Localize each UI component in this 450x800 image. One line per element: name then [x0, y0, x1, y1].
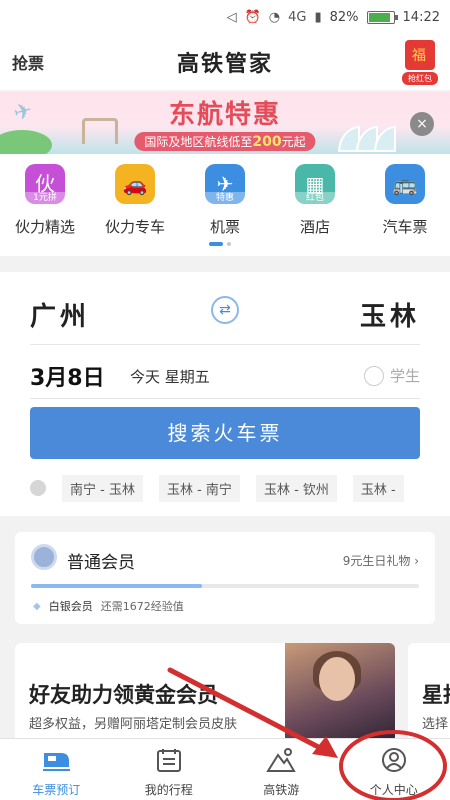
- tab-label: 高铁游: [263, 783, 300, 797]
- divider: [30, 398, 420, 399]
- shopping-bag-icon: 伙 1元拼: [25, 164, 65, 204]
- member-progress-bar: [31, 584, 419, 588]
- battery-percent: 82%: [329, 9, 359, 25]
- birthday-gift-label: 9元生日礼物: [342, 554, 411, 568]
- diamond-icon: ◆: [33, 600, 41, 612]
- member-level: 白银会员: [48, 600, 93, 613]
- promo-card[interactable]: 好友助力领黄金会员 超多权益，另赠阿丽塔定制会员皮肤: [15, 643, 395, 743]
- banner-leaf-decoration: [0, 130, 52, 154]
- redpacket-button[interactable]: 抢红包: [402, 40, 438, 85]
- promo-subtitle: 超多权益，另赠阿丽塔定制会员皮肤: [29, 717, 238, 732]
- artwork-face: [319, 657, 355, 701]
- search-train-button[interactable]: 搜索火车票: [30, 407, 420, 459]
- mute-icon: ◁: [226, 9, 237, 25]
- member-badge-icon: [31, 544, 57, 570]
- tab-ticket-booking[interactable]: 车票预订: [0, 739, 113, 800]
- student-label: 学生: [389, 367, 420, 385]
- promo-card-2[interactable]: 星抖 选择: [408, 643, 450, 743]
- quick-item-label: 伙力精选: [14, 218, 75, 236]
- member-card[interactable]: 普通会员 9元生日礼物 › ◆ 白银会员 还需1672经验值: [15, 532, 435, 624]
- quick-item-selection[interactable]: 伙 1元拼 伙力精选: [0, 164, 90, 237]
- quick-item-label: 酒店: [299, 218, 330, 236]
- tab-label: 车票预订: [32, 783, 81, 797]
- bottom-tab-bar: 车票预订 我的行程 高铁游 个人中心: [0, 738, 450, 800]
- quick-item-bus[interactable]: 🚌 汽车票: [360, 164, 450, 237]
- hotel-icon: ▦ 红包: [295, 164, 335, 204]
- history-chip[interactable]: 玉林 - 钦州: [255, 474, 337, 502]
- departure-city[interactable]: 广州: [30, 296, 90, 333]
- tab-label: 个人中心: [369, 783, 418, 797]
- swap-cities-icon[interactable]: ⇄: [211, 296, 239, 324]
- battery-icon: [366, 10, 398, 24]
- tab-my-trips[interactable]: 我的行程: [113, 739, 226, 800]
- student-toggle[interactable]: 学生: [363, 365, 420, 386]
- mountain-icon: [266, 748, 296, 772]
- birthday-gift-link[interactable]: 9元生日礼物 ›: [343, 552, 419, 569]
- alita-artwork: [285, 643, 395, 743]
- banner-subtitle: 国际及地区航线低至200元起: [134, 132, 316, 151]
- banner-sub-amount: 200: [252, 134, 282, 150]
- page-dot: [227, 242, 231, 246]
- redpacket-label: 抢红包: [402, 72, 438, 85]
- date-info: 今天 星期五: [130, 368, 210, 386]
- quick-item-tag: 特惠: [205, 192, 245, 204]
- member-level-row: ◆ 白银会员 还需1672经验值: [33, 598, 184, 614]
- member-title: 普通会员: [67, 553, 135, 573]
- tab-rail-travel[interactable]: 高铁游: [225, 739, 338, 800]
- car-icon: 🚗: [115, 164, 155, 204]
- grab-ticket-button[interactable]: 抢票: [12, 50, 44, 74]
- banner-headline: 东航特惠: [168, 100, 281, 130]
- wifi-icon: ◔: [268, 9, 281, 25]
- redpacket-icon: [405, 40, 435, 70]
- banner-close-button[interactable]: ×: [410, 112, 434, 136]
- quick-item-hotel[interactable]: ▦ 红包 酒店: [270, 164, 360, 237]
- quick-item-tag: 1元拼: [25, 192, 65, 204]
- alarm-icon: ⏰: [244, 9, 261, 25]
- ticket-search-card: 广州 ⇄ 玉林 3月8日 今天 星期五 学生 搜索火车票 南宁 - 玉林 玉林 …: [0, 272, 450, 516]
- history-clock-icon: [30, 480, 46, 496]
- history-chip[interactable]: 玉林 - 南宁: [158, 474, 240, 502]
- member-progress-fill: [31, 584, 202, 588]
- promo-banner[interactable]: ✈ 东航特惠 国际及地区航线低至200元起 ×: [0, 92, 450, 154]
- promo-title: 好友助力领黄金会员: [29, 683, 218, 707]
- quick-item-car[interactable]: 🚗 伙力专车: [90, 164, 180, 237]
- banner-sub-suffix: 元起: [281, 135, 306, 149]
- page-indicator: [209, 242, 231, 246]
- tab-personal-center[interactable]: 个人中心: [338, 739, 450, 800]
- app-header: 抢票 高铁管家 抢红包: [0, 34, 450, 90]
- quick-item-label: 汽车票: [382, 218, 428, 236]
- tab-label: 我的行程: [144, 783, 193, 797]
- promo-title: 星抖: [422, 683, 450, 707]
- quick-item-label: 伙力专车: [104, 218, 165, 236]
- member-need: 还需1672经验值: [100, 600, 184, 613]
- departure-date[interactable]: 3月8日: [30, 360, 105, 392]
- network-label: 4G: [288, 9, 307, 25]
- history-chip[interactable]: 玉林 -: [352, 474, 404, 502]
- plane-icon: ✈ 特惠: [205, 164, 245, 204]
- status-bar: ◁ ⏰ ◔ 4G ▮ 82% 14:22: [0, 0, 450, 34]
- page-dot-active: [209, 242, 223, 246]
- app-title: 高铁管家: [176, 52, 273, 77]
- history-chip[interactable]: 南宁 - 玉林: [62, 474, 143, 502]
- train-icon: [43, 753, 71, 771]
- arrival-city[interactable]: 玉林: [360, 296, 420, 333]
- search-history: 南宁 - 玉林 玉林 - 南宁 玉林 - 钦州 玉林 -: [30, 474, 430, 502]
- radio-circle-icon: [363, 365, 384, 386]
- promo-subtitle: 选择: [422, 717, 449, 732]
- quick-item-label: 机票: [209, 218, 240, 236]
- signal-icon: ▮: [314, 9, 322, 25]
- quick-menu: 伙 1元拼 伙力精选 🚗 伙力专车 ✈ 特惠 机票 ▦ 红包 酒店 🚌 汽车票: [0, 154, 450, 256]
- calendar-icon: [156, 749, 181, 772]
- banner-sub-prefix: 国际及地区航线低至: [144, 135, 253, 149]
- bus-icon: 🚌: [385, 164, 425, 204]
- quick-item-tag: 红包: [295, 192, 335, 204]
- divider: [30, 344, 420, 345]
- clock-time: 14:22: [402, 9, 440, 25]
- quick-item-flight[interactable]: ✈ 特惠 机票: [180, 164, 270, 237]
- user-icon: [381, 748, 406, 772]
